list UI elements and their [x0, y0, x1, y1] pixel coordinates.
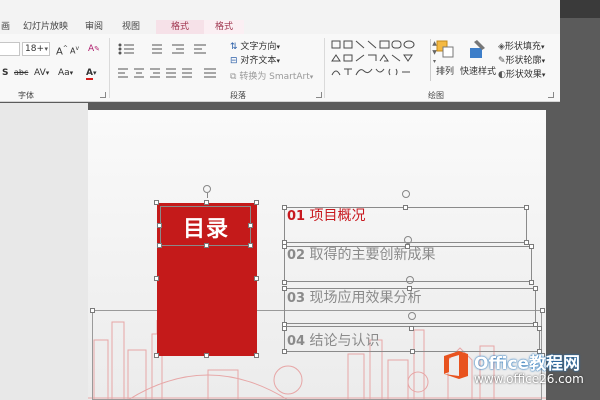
- drawing-group-label: 绘图: [428, 91, 444, 100]
- tab-animation[interactable]: 画: [0, 20, 13, 34]
- chevron-down-icon: ▾: [44, 45, 48, 53]
- resize-handle[interactable]: [533, 286, 538, 291]
- shadow-button[interactable]: S: [2, 66, 8, 80]
- pencil-icon: ✎: [498, 56, 506, 66]
- resize-handle[interactable]: [204, 243, 209, 248]
- paint-bucket-icon: ◈: [498, 42, 505, 52]
- watermark-url: www.office26.com: [474, 372, 584, 386]
- separator: [324, 38, 325, 98]
- font-color-button[interactable]: A▾: [86, 66, 96, 80]
- shape-effects-button[interactable]: ◐形状效果▾: [498, 68, 545, 82]
- toc-item-2[interactable]: 02 取得的主要创新成果: [287, 246, 436, 265]
- resize-handle[interactable]: [254, 353, 259, 358]
- resize-handle[interactable]: [254, 276, 259, 281]
- align-buttons[interactable]: [114, 66, 224, 80]
- align-text-button[interactable]: ⊟ 对齐文本▾: [230, 54, 280, 68]
- paragraph-dialog-launcher[interactable]: [316, 92, 322, 98]
- resize-handle[interactable]: [282, 205, 287, 210]
- title-bar-area: [0, 0, 560, 18]
- shape-outline-button[interactable]: ✎形状轮廓▾: [498, 54, 545, 68]
- char-spacing-button[interactable]: AV▾: [34, 66, 49, 80]
- smartart-icon: ⧉: [230, 72, 237, 82]
- font-dialog-launcher[interactable]: [100, 92, 106, 98]
- resize-handle[interactable]: [90, 308, 95, 313]
- resize-handle[interactable]: [154, 276, 159, 281]
- toc-item-1[interactable]: 01 项目概况: [287, 207, 366, 226]
- office-logo-icon: [444, 351, 468, 379]
- quick-styles-button[interactable]: 快速样式: [460, 38, 496, 77]
- toc-item-4[interactable]: 04 结论与认识: [287, 332, 380, 351]
- resize-handle[interactable]: [524, 205, 529, 210]
- watermark-title: Office教程网: [474, 354, 581, 374]
- align-text-icon: ⊟: [230, 56, 238, 66]
- ribbon-tabs: 画 幻灯片放映 审阅 视图 格式 格式: [0, 18, 560, 34]
- text-direction-icon: ⇅: [230, 42, 238, 52]
- window-edge: [560, 18, 600, 400]
- shape-gallery[interactable]: [330, 39, 428, 83]
- rotate-stem: [207, 193, 208, 198]
- toc-item-3[interactable]: 03 现场应用效果分析: [287, 289, 422, 308]
- arrange-icon: [436, 40, 454, 58]
- rotate-handle-icon[interactable]: [402, 190, 410, 198]
- resize-handle[interactable]: [154, 200, 159, 205]
- resize-handle[interactable]: [154, 353, 159, 358]
- separator: [109, 38, 110, 98]
- resize-handle[interactable]: [537, 326, 542, 331]
- paragraph-group-label: 段落: [230, 91, 246, 100]
- tab-view[interactable]: 视图: [119, 20, 143, 34]
- resize-handle[interactable]: [407, 286, 412, 291]
- change-case-button[interactable]: Aa▾: [58, 66, 73, 80]
- watermark: Office教程网 www.office26.com: [440, 345, 600, 400]
- shrink-font-button[interactable]: Av: [70, 42, 79, 56]
- resize-handle[interactable]: [248, 223, 253, 228]
- effects-icon: ◐: [498, 70, 506, 80]
- quick-styles-icon: [470, 40, 485, 58]
- resize-handle[interactable]: [282, 326, 287, 331]
- grow-font-button[interactable]: A^: [56, 42, 68, 57]
- tab-format-picture[interactable]: 格式: [156, 20, 204, 34]
- resize-handle[interactable]: [282, 349, 287, 354]
- eraser-icon: ✎: [94, 45, 101, 53]
- resize-handle[interactable]: [248, 243, 253, 248]
- resize-handle[interactable]: [405, 244, 410, 249]
- resize-handle[interactable]: [282, 286, 287, 291]
- resize-handle[interactable]: [282, 280, 287, 285]
- tab-format-drawing[interactable]: 格式: [204, 20, 244, 34]
- resize-handle[interactable]: [403, 205, 408, 210]
- drawing-dialog-launcher[interactable]: [548, 92, 554, 98]
- clear-format-button[interactable]: A✎: [88, 42, 100, 56]
- tab-slideshow[interactable]: 幻灯片放映: [20, 20, 71, 34]
- resize-handle[interactable]: [204, 353, 209, 358]
- resize-handle[interactable]: [540, 308, 545, 313]
- arrange-button[interactable]: 排列: [434, 38, 456, 77]
- resize-handle[interactable]: [282, 244, 287, 249]
- quick-styles-label: 快速样式: [459, 67, 496, 77]
- tab-review[interactable]: 审阅: [82, 20, 106, 34]
- font-size-box[interactable]: 18+ ▾: [22, 42, 50, 56]
- font-group-label: 字体: [18, 91, 34, 100]
- font-size-value: 18+: [25, 44, 44, 54]
- resize-handle[interactable]: [410, 349, 415, 354]
- resize-handle[interactable]: [157, 223, 162, 228]
- shape-fill-button[interactable]: ◈形状填充▾: [498, 40, 544, 54]
- work-area-left: [0, 103, 88, 400]
- resize-handle[interactable]: [157, 243, 162, 248]
- slide-title[interactable]: 目录: [162, 214, 250, 246]
- text-direction-button[interactable]: ⇅ 文字方向▾: [230, 40, 280, 54]
- title-bar: [0, 0, 600, 18]
- convert-smartart-button[interactable]: ⧉ 转换为 SmartArt▾: [230, 70, 313, 84]
- strikethrough-button[interactable]: abc: [14, 66, 28, 80]
- arrange-label: 排列: [435, 67, 454, 77]
- resize-handle[interactable]: [409, 326, 414, 331]
- ribbon: 18+ ▾ A^ Av A✎ S abc AV▾ Aa▾ A▾ 字体 ⇅ 文字方…: [0, 34, 560, 102]
- resize-handle[interactable]: [204, 200, 209, 205]
- resize-handle[interactable]: [529, 280, 534, 285]
- resize-handle[interactable]: [529, 244, 534, 249]
- resize-handle[interactable]: [254, 200, 259, 205]
- font-name-box[interactable]: [0, 42, 20, 56]
- rotate-handle-icon[interactable]: [203, 185, 211, 193]
- list-buttons[interactable]: [114, 42, 224, 56]
